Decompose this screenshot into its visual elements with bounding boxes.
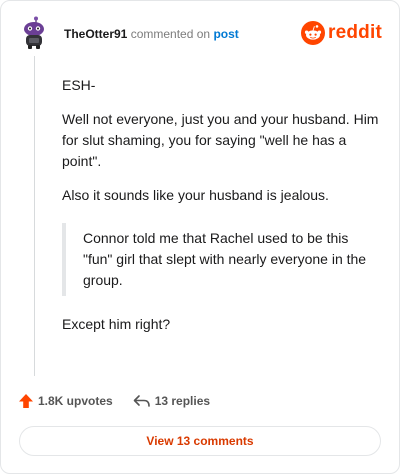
- replies-button[interactable]: 13 replies: [133, 394, 210, 408]
- comment-paragraph: ESH-: [62, 77, 96, 93]
- comment-paragraph: Well not everyone, just you and your hus…: [62, 111, 379, 169]
- comment-card: TheOtter91 commented on post reddit ESH-…: [0, 0, 400, 474]
- commented-on-text: commented on: [130, 27, 211, 41]
- post-link[interactable]: post: [213, 27, 238, 41]
- comment-body: ESH- Well not everyone, just you and you…: [62, 75, 380, 335]
- username-link[interactable]: TheOtter91: [64, 27, 127, 41]
- view-comments-label: View 13 comments: [146, 434, 254, 448]
- blockquote: Connor told me that Rachel used to be th…: [62, 223, 380, 296]
- upvote-arrow-icon: [19, 394, 33, 408]
- comment-paragraph: Also it sounds like your husband is jeal…: [62, 187, 329, 203]
- reddit-snoo-icon: [301, 21, 326, 45]
- view-comments-button[interactable]: View 13 comments: [19, 426, 381, 456]
- comment-paragraph: Except him right?: [62, 316, 171, 332]
- upvote-button[interactable]: 1.8K upvotes: [18, 393, 113, 409]
- avatar-icon: [24, 16, 44, 49]
- quote-text: Connor told me that Rachel used to be th…: [83, 230, 367, 288]
- thread-line: [34, 56, 35, 376]
- user-avatar[interactable]: [19, 16, 49, 50]
- comment-footer: 1.8K upvotes 13 replies: [18, 393, 210, 409]
- reply-count: 13 replies: [154, 394, 211, 408]
- reply-arrow-icon: [133, 395, 150, 407]
- reddit-logo[interactable]: reddit: [301, 21, 382, 45]
- upvote-count: 1.8K upvotes: [38, 394, 113, 408]
- comment-header: TheOtter91 commented on post: [64, 27, 239, 41]
- reddit-wordmark: reddit: [328, 22, 382, 43]
